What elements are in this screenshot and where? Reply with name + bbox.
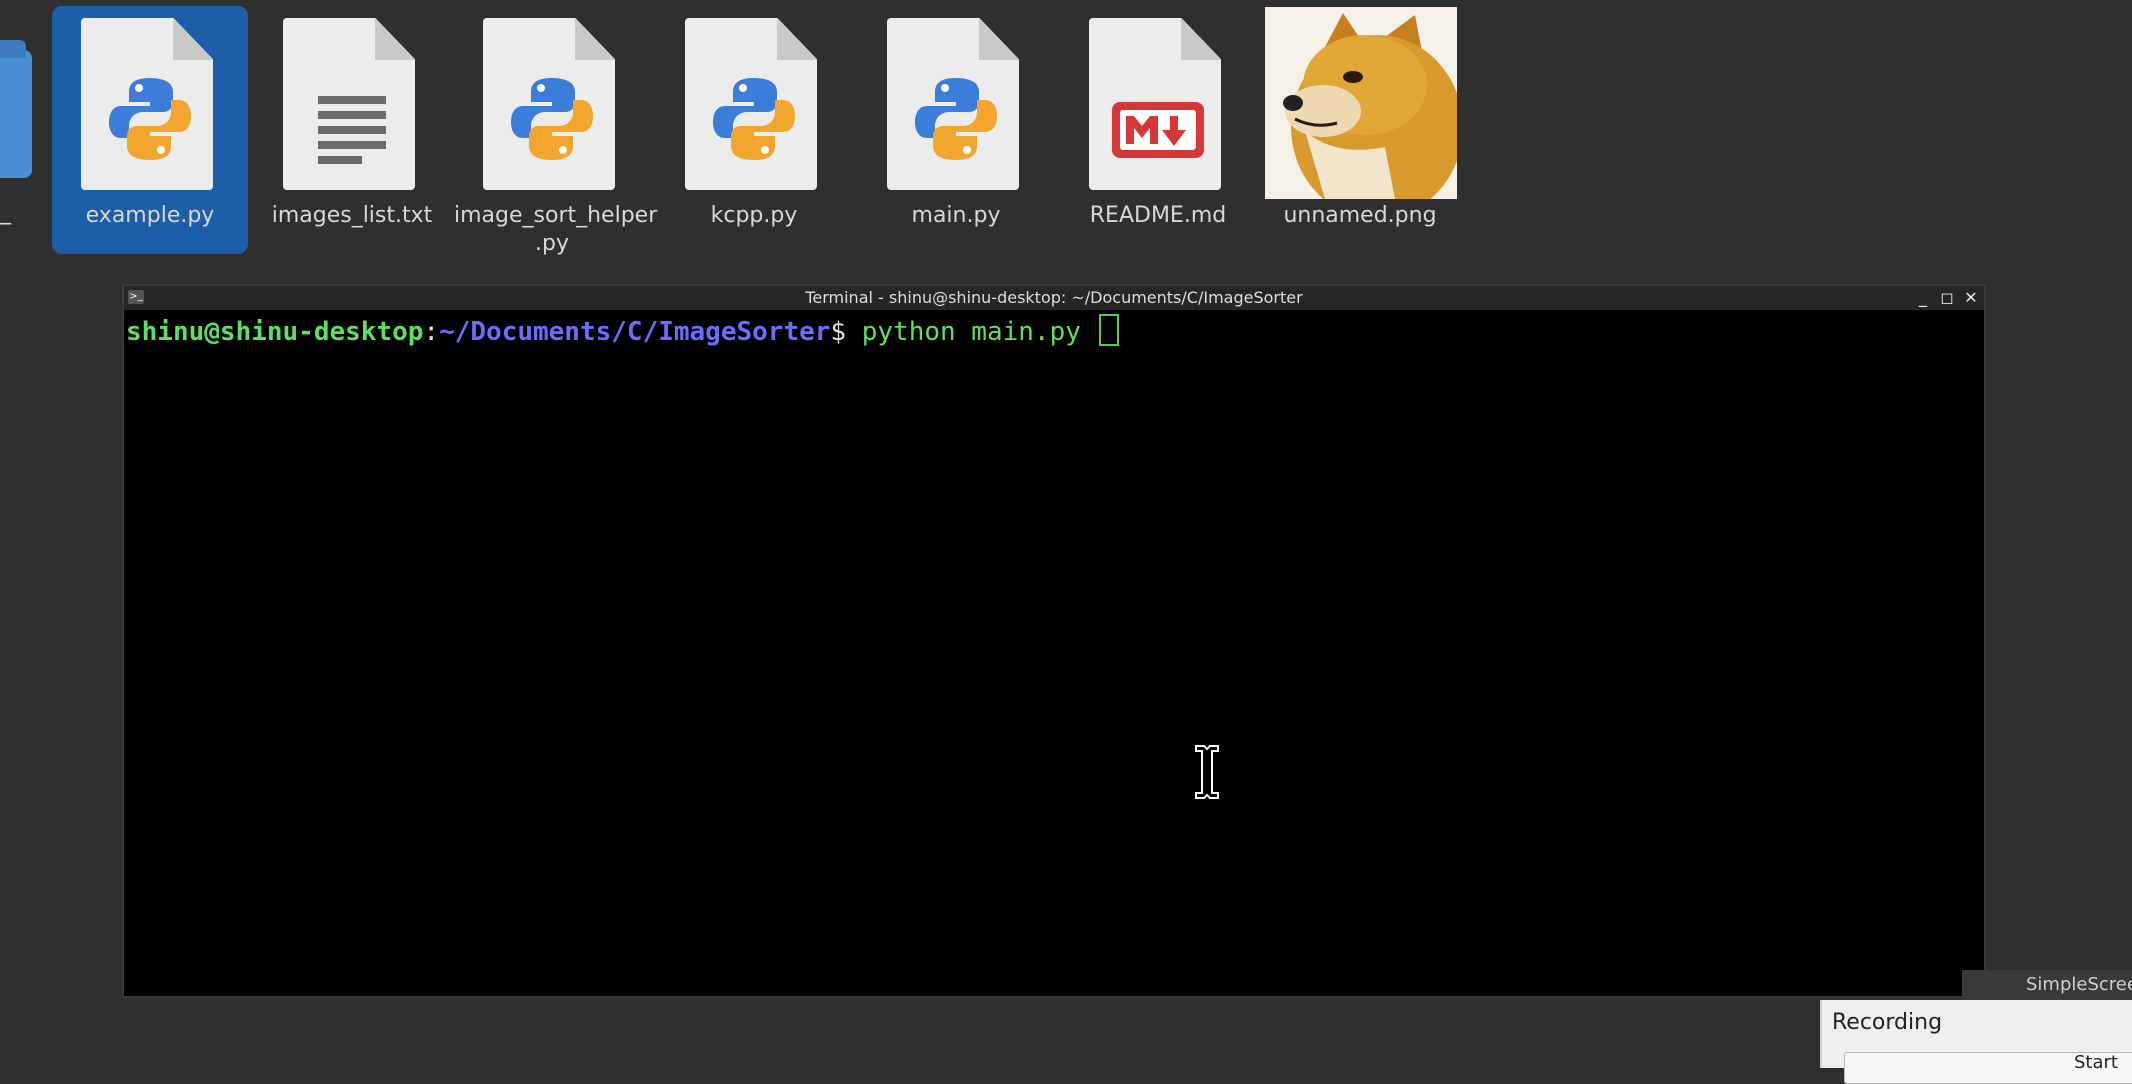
- file-label: image_sort_helper .py: [454, 203, 658, 256]
- python-icon: [713, 78, 795, 160]
- command-text: python main.py: [861, 317, 1097, 347]
- desktop-file-example-py[interactable]: example.py: [52, 6, 248, 254]
- recorder-window: Recording Start: [1820, 1000, 2132, 1084]
- text-file-icon: [318, 96, 386, 164]
- terminal-titlebar[interactable]: >_ Terminal - shinu@shinu-desktop: ~/Doc…: [124, 286, 1984, 310]
- terminal-title: Terminal - shinu@shinu-desktop: ~/Docume…: [805, 288, 1303, 307]
- desktop-file-readme-md[interactable]: README.md: [1060, 6, 1256, 254]
- file-label: main.py: [911, 203, 1001, 228]
- recorder-titlebar[interactable]: SimpleScreen: [1962, 970, 2132, 1000]
- desktop-file-kcpp-py[interactable]: kcpp.py: [656, 6, 852, 254]
- desktop-file-main-py[interactable]: main.py: [858, 6, 1054, 254]
- image-thumbnail[interactable]: [1265, 7, 1457, 199]
- prompt-path: ~/Documents/C/ImageSorter: [439, 317, 831, 347]
- start-recording-button[interactable]: Start: [2074, 1052, 2118, 1073]
- python-icon: [915, 78, 997, 160]
- minimize-icon[interactable]: _: [1916, 286, 1930, 310]
- close-icon[interactable]: ✕: [1964, 286, 1978, 310]
- file-label: example.py: [85, 203, 215, 228]
- file-label: unnamed.png: [1283, 203, 1437, 228]
- terminal-window[interactable]: >_ Terminal - shinu@shinu-desktop: ~/Doc…: [122, 284, 1986, 998]
- file-label: README.md: [1089, 203, 1227, 228]
- terminal-output[interactable]: shinu@shinu-desktop:~/Documents/C/ImageS…: [126, 314, 1982, 994]
- text-cursor: [1098, 314, 1119, 346]
- maximize-icon[interactable]: ◻: [1940, 286, 1954, 310]
- prompt-colon: :: [423, 317, 440, 347]
- file-label: kcpp.py: [710, 203, 798, 228]
- file-label: images_list.txt: [271, 203, 433, 228]
- python-icon: [109, 78, 191, 160]
- desktop-file-images-list-txt[interactable]: images_list.txt: [254, 6, 450, 254]
- desktop-file-image-sort-helper-py[interactable]: image_sort_helper .py: [454, 6, 657, 256]
- ibeam-cursor-icon: [1195, 745, 1219, 799]
- folder-label: _: [0, 200, 11, 225]
- python-icon: [511, 78, 593, 160]
- prompt-user: shinu@shinu-desktop: [126, 317, 424, 347]
- markdown-icon: [1112, 102, 1204, 158]
- folder-icon[interactable]: [0, 40, 32, 178]
- dog-image-icon: [1265, 7, 1457, 199]
- recorder-heading: Recording: [1832, 1010, 1943, 1035]
- terminal-app-icon: >_: [128, 290, 144, 304]
- prompt-dollar: $: [830, 317, 862, 347]
